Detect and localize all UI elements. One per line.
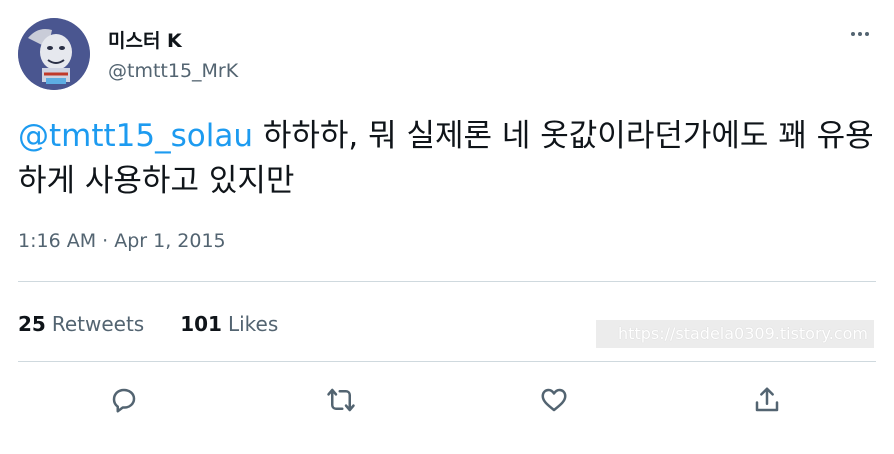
share-icon [755, 387, 779, 412]
likes-count: 101 [180, 312, 222, 336]
user-handle[interactable]: @tmtt15_MrK [108, 60, 238, 82]
more-icon[interactable] [846, 22, 874, 46]
retweet-icon [327, 388, 355, 412]
tweet-text: @tmtt15_solau 하하하, 뭐 실제론 네 옷값이라던가에도 꽤 유용… [18, 114, 878, 204]
watermark: https://stadela0309.tistory.com [596, 320, 874, 348]
mention-link[interactable]: @tmtt15_solau [18, 118, 253, 154]
action-bar [0, 380, 894, 424]
avatar[interactable] [18, 18, 90, 90]
retweet-button[interactable] [321, 380, 361, 420]
more-dot [851, 32, 855, 36]
likes-label: Likes [227, 312, 279, 336]
share-button[interactable] [747, 380, 787, 420]
likes-stat[interactable]: 101 Likes [180, 312, 278, 336]
engagement-stats: 25 Retweets 101 Likes [18, 312, 278, 336]
retweets-stat[interactable]: 25 Retweets [18, 312, 144, 336]
like-button[interactable] [534, 380, 574, 420]
reply-button[interactable] [104, 380, 144, 420]
tweet-timestamp[interactable]: 1:16 AM · Apr 1, 2015 [18, 230, 226, 252]
display-name[interactable]: 미스터 K [108, 26, 182, 53]
more-dot [858, 32, 862, 36]
reply-icon [112, 388, 136, 413]
retweets-count: 25 [18, 312, 46, 336]
divider [18, 281, 876, 282]
heart-icon [541, 388, 567, 412]
divider [18, 361, 876, 362]
more-dot [865, 32, 869, 36]
retweets-label: Retweets [51, 312, 145, 336]
